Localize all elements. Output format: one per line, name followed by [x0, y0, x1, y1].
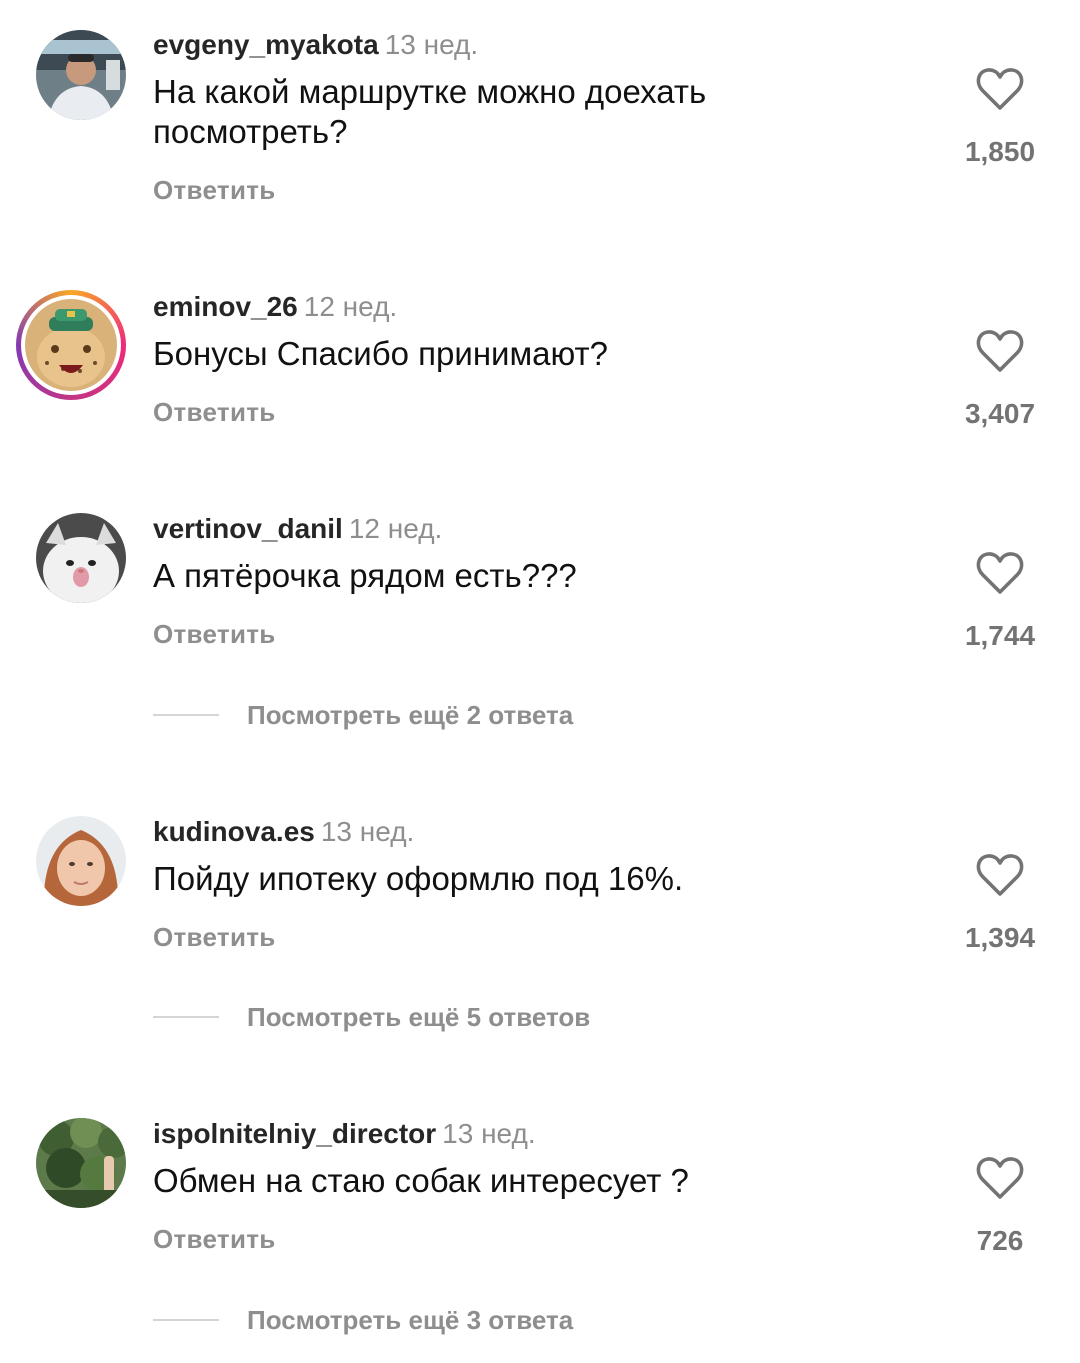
- comment-text: На какой маршрутке можно доехать посмотр…: [153, 73, 707, 150]
- comment-text: Бонусы Спасибо принимают?: [153, 335, 609, 372]
- timestamp: 13 нед.: [320, 816, 415, 847]
- cheetah-avatar-icon: [25, 299, 117, 391]
- heart-icon[interactable]: [975, 1155, 1025, 1201]
- like-count: 1,394: [964, 922, 1036, 953]
- reply-button[interactable]: Ответить: [153, 922, 276, 953]
- woman-face-avatar-icon: [36, 816, 126, 906]
- view-more-replies-button[interactable]: Посмотреть ещё 3 ответа: [153, 1303, 573, 1337]
- like-block: 1,394: [960, 852, 1040, 954]
- person-photo-avatar-icon: [36, 30, 126, 120]
- heart-icon[interactable]: [975, 328, 1025, 374]
- like-count: 3,407: [964, 398, 1036, 429]
- view-more-replies-label: Посмотреть ещё 2 ответа: [247, 699, 574, 730]
- avatar[interactable]: [36, 1118, 126, 1208]
- timestamp: 13 нед.: [384, 29, 479, 60]
- like-count: 1,850: [964, 136, 1036, 167]
- cat-avatar-icon: [36, 513, 126, 603]
- like-block: 1,744: [960, 550, 1040, 652]
- view-more-replies-label: Посмотреть ещё 5 ответов: [247, 1001, 591, 1032]
- comment-text: Пойду ипотеку оформлю под 16%.: [153, 860, 684, 897]
- comment-meta: eminov_26 12 нед.: [153, 290, 397, 324]
- comment-text: Обмен на стаю собак интересует ?: [153, 1162, 689, 1199]
- comment-meta: evgeny_myakota 13 нед.: [153, 28, 478, 62]
- username[interactable]: evgeny_myakota: [153, 29, 379, 60]
- like-block: 726: [960, 1155, 1040, 1257]
- username[interactable]: kudinova.es: [153, 816, 315, 847]
- reply-button[interactable]: Ответить: [153, 397, 276, 428]
- reply-button[interactable]: Ответить: [153, 1224, 276, 1255]
- timestamp: 13 нед.: [442, 1118, 536, 1149]
- like-block: 3,407: [960, 328, 1040, 430]
- avatar[interactable]: [36, 30, 126, 120]
- avatar[interactable]: [36, 513, 126, 603]
- divider-line: [153, 714, 219, 716]
- view-more-replies-label: Посмотреть ещё 3 ответа: [247, 1304, 574, 1335]
- like-count: 1,744: [964, 620, 1036, 651]
- view-more-replies-button[interactable]: Посмотреть ещё 5 ответов: [153, 1000, 590, 1034]
- like-block: 1,850: [960, 66, 1040, 168]
- comment-meta: ispolnitelniy_director 13 нед.: [153, 1117, 536, 1151]
- timestamp: 12 нед.: [348, 513, 443, 544]
- reply-button[interactable]: Ответить: [153, 619, 276, 650]
- avatar[interactable]: [16, 290, 126, 400]
- reply-button[interactable]: Ответить: [153, 175, 276, 206]
- username[interactable]: eminov_26: [153, 291, 298, 322]
- view-more-replies-button[interactable]: Посмотреть ещё 2 ответа: [153, 698, 573, 732]
- divider-line: [153, 1319, 219, 1321]
- like-count: 726: [976, 1225, 1024, 1256]
- forest-avatar-icon: [36, 1118, 126, 1208]
- divider-line: [153, 1016, 219, 1018]
- comment-text: А пятёрочка рядом есть???: [153, 557, 577, 594]
- heart-icon[interactable]: [975, 550, 1025, 596]
- heart-icon[interactable]: [975, 852, 1025, 898]
- heart-icon[interactable]: [975, 66, 1025, 112]
- timestamp: 12 нед.: [303, 291, 398, 322]
- username[interactable]: ispolnitelniy_director: [153, 1118, 436, 1149]
- comment-meta: vertinov_danil 12 нед.: [153, 512, 442, 546]
- comment-meta: kudinova.es 13 нед.: [153, 815, 414, 849]
- avatar[interactable]: [36, 816, 126, 906]
- username[interactable]: vertinov_danil: [153, 513, 343, 544]
